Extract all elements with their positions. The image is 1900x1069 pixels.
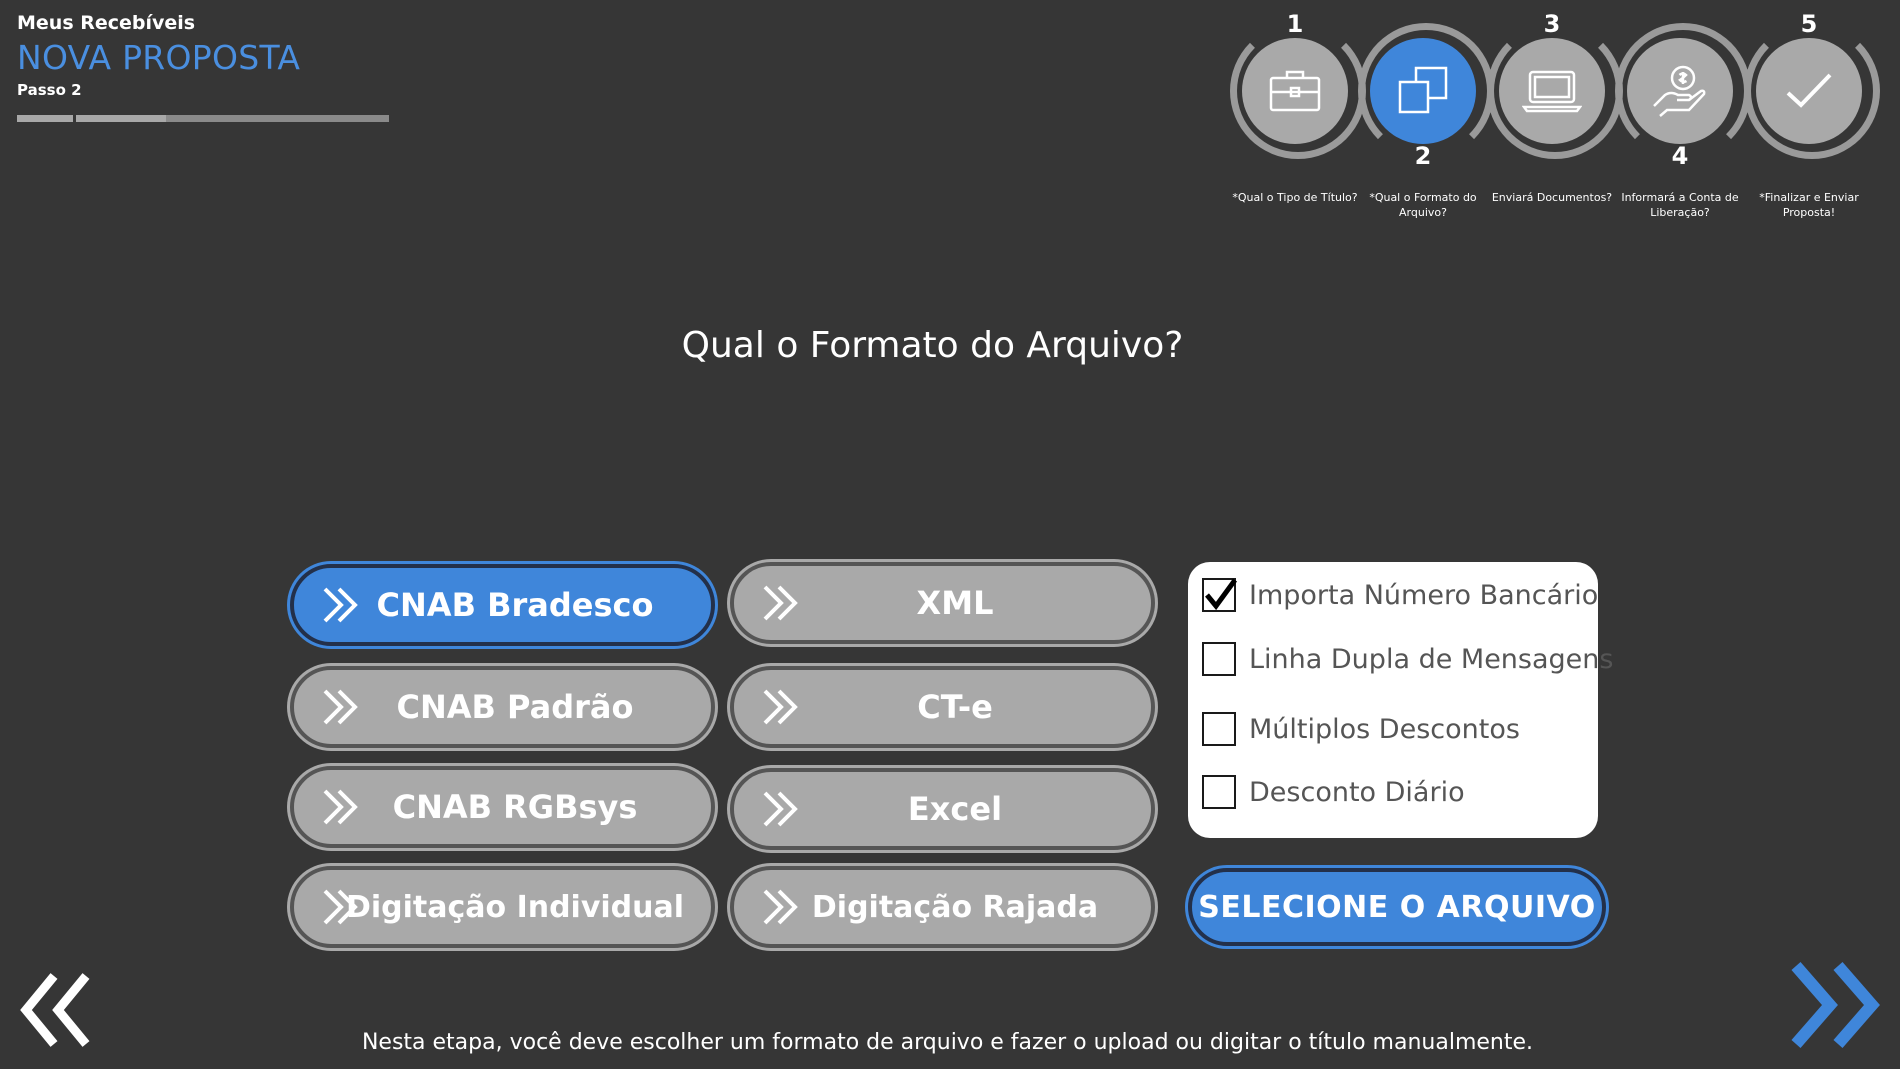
format-button-xml[interactable]: XML [730, 562, 1155, 644]
step-number: 2 [1414, 142, 1432, 170]
option-importa-numero-bancario[interactable]: Importa Número Bancário [1202, 578, 1598, 612]
double-chevron-right-icon [763, 689, 798, 725]
checkbox[interactable] [1202, 775, 1236, 809]
progress-fill [17, 115, 166, 122]
briefcase-icon [1269, 70, 1321, 112]
step-circle [1756, 38, 1862, 144]
copy-icon [1398, 66, 1448, 114]
format-button-cnab-bradesco[interactable]: CNAB Bradesco [290, 564, 715, 646]
select-file-button[interactable]: SELECIONE O ARQUIVO [1188, 868, 1606, 946]
option-multiplos-descontos[interactable]: Múltiplos Descontos [1202, 712, 1520, 746]
double-chevron-right-icon [323, 889, 358, 925]
step-number: 3 [1543, 10, 1561, 38]
step-caption: *Qual o Formato do Arquivo? [1369, 191, 1477, 219]
select-file-label: SELECIONE O ARQUIVO [1198, 889, 1596, 925]
step-caption: *Finalizar e Enviar Proposta! [1759, 191, 1859, 219]
page-title: NOVA PROPOSTA [17, 38, 301, 77]
step-2[interactable]: 2 *Qual o Formato do Arquivo? [1353, 0, 1494, 230]
double-chevron-right-icon [323, 789, 358, 825]
double-chevron-right-icon [323, 689, 358, 725]
laptop-icon [1522, 70, 1582, 113]
checkbox-checked[interactable] [1202, 578, 1238, 612]
step-1[interactable]: 1 *Qual o Tipo de Título? [1225, 0, 1366, 230]
progress-divider [73, 115, 76, 122]
progress-bar [17, 115, 389, 122]
format-button-excel[interactable]: Excel [730, 768, 1155, 850]
double-chevron-right-icon [763, 889, 798, 925]
double-chevron-right-icon [763, 585, 798, 621]
question-title: Qual o Formato do Arquivo? [681, 325, 1184, 366]
step-5[interactable]: 5 *Finalizar e Enviar Proposta! [1739, 0, 1880, 230]
format-button-cnab-rgbsys[interactable]: CNAB RGBsys [290, 766, 715, 848]
format-button-ct-e[interactable]: CT-e [730, 666, 1155, 748]
option-label: Linha Dupla de Mensagens [1249, 643, 1614, 675]
option-label: Múltiplos Descontos [1249, 713, 1520, 745]
header: Meus Recebíveis NOVA PROPOSTA Passo 2 [17, 12, 300, 99]
step-circle [1627, 38, 1733, 144]
step-4[interactable]: 4 Informará a Conta de Liberação? [1610, 0, 1751, 230]
step-3[interactable]: 3 Enviará Documentos? [1482, 0, 1623, 230]
option-linha-dupla-de-mensagens[interactable]: Linha Dupla de Mensagens [1202, 642, 1613, 676]
step-circle [1242, 38, 1348, 144]
app-title: Meus Recebíveis [17, 12, 196, 34]
step-circle [1499, 38, 1605, 144]
checkmark-icon [1205, 578, 1238, 611]
checkbox[interactable] [1202, 712, 1236, 746]
money-hand-icon [1653, 65, 1706, 117]
option-label: Desconto Diário [1249, 776, 1465, 808]
double-chevron-right-icon [323, 587, 358, 623]
step-label: Passo 2 [17, 81, 82, 99]
checkbox[interactable] [1202, 642, 1236, 676]
format-button-digitacao-rajada[interactable]: Digitação Rajada [730, 866, 1155, 948]
stepper: 1 *Qual o Tipo de Título? 2 *Qual o Form… [1225, 0, 1885, 230]
option-desconto-diario[interactable]: Desconto Diário [1202, 775, 1465, 809]
footer-help-text: Nesta etapa, você deve escolher um forma… [361, 1030, 1534, 1055]
import-options-panel: Importa Número Bancário Linha Dupla de M… [1188, 562, 1613, 838]
option-label: Importa Número Bancário [1249, 579, 1599, 611]
check-icon [1786, 73, 1832, 108]
step-caption: Informará a Conta de Liberação? [1621, 191, 1739, 219]
double-chevron-right-icon [763, 791, 798, 827]
step-number: 5 [1800, 10, 1818, 38]
step-number: 1 [1286, 10, 1304, 38]
step-number: 4 [1671, 142, 1689, 170]
format-button-digitacao-individual[interactable]: Digitação Individual [290, 866, 715, 948]
step-circle [1370, 38, 1476, 144]
format-button-cnab-padrao[interactable]: CNAB Padrão [290, 666, 715, 748]
